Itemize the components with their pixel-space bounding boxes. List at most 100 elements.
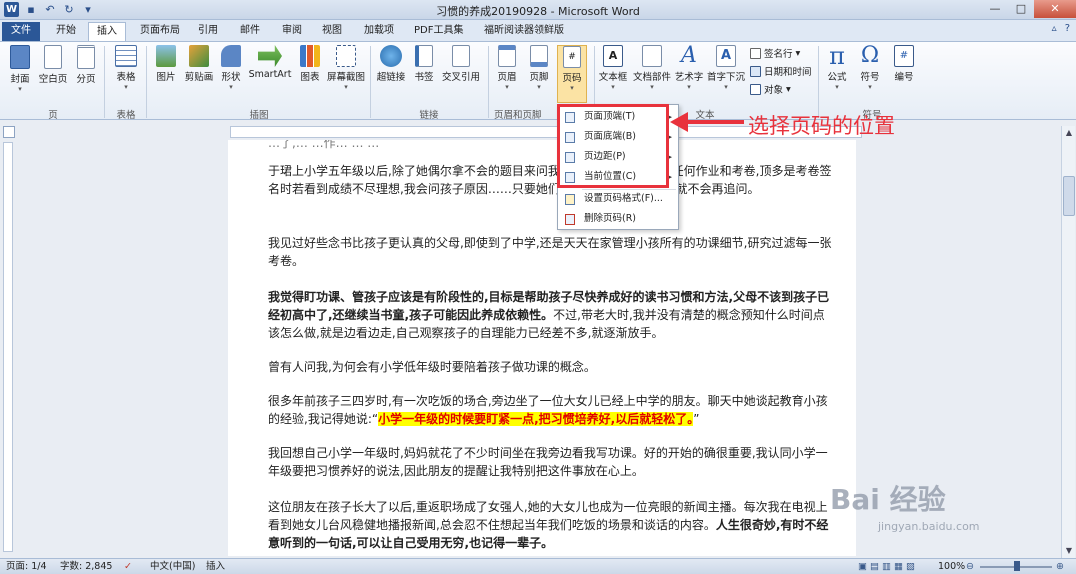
- quick-parts-button[interactable]: 文档部件 ▾: [632, 45, 672, 91]
- zoom-slider-thumb[interactable]: [1014, 561, 1020, 571]
- screenshot-button[interactable]: 屏幕截图 ▾: [326, 45, 366, 91]
- scroll-down-icon[interactable]: ▼: [1062, 544, 1076, 558]
- tab-pdf-tools[interactable]: PDF工具集: [406, 22, 471, 41]
- table-button[interactable]: 表格 ▾: [112, 45, 140, 91]
- shapes-button[interactable]: 形状 ▾: [220, 45, 242, 91]
- menu-item-format-page-numbers[interactable]: 设置页码格式(F)...: [558, 189, 678, 209]
- blank-page-button[interactable]: 空白页: [36, 45, 70, 85]
- tab-mailings[interactable]: 邮件: [232, 22, 268, 41]
- ribbon-separator: [370, 46, 371, 118]
- date-time-button[interactable]: 日期和时间: [750, 64, 812, 78]
- language[interactable]: 中文(中国): [150, 559, 195, 574]
- word-count[interactable]: 字数: 2,845: [60, 559, 112, 574]
- shapes-icon: [221, 45, 241, 67]
- cross-reference-icon: [452, 45, 470, 67]
- help-icon[interactable]: ?: [1065, 23, 1070, 34]
- smartart-button[interactable]: SmartArt: [248, 45, 292, 80]
- cover-page-button[interactable]: 封面 ▾: [6, 45, 34, 93]
- wordart-icon: A: [681, 43, 697, 68]
- wordart-button[interactable]: A 艺术字 ▾: [674, 43, 704, 92]
- chevron-right-icon: ▸: [668, 153, 672, 161]
- footer-button[interactable]: 页脚 ▾: [526, 45, 552, 91]
- chevron-down-icon: ▾: [786, 83, 791, 95]
- tab-view[interactable]: 视图: [314, 22, 350, 41]
- tab-foxit[interactable]: 福昕阅读器领鲜版: [476, 22, 572, 41]
- object-icon: [750, 83, 761, 95]
- page-number-button[interactable]: # 页码 ▾: [557, 45, 587, 103]
- window-title: 习惯的养成20190928 - Microsoft Word: [436, 5, 640, 18]
- minimize-button[interactable]: —: [982, 0, 1008, 18]
- group-label-illustrations: 插图: [249, 110, 269, 121]
- maximize-button[interactable]: □: [1008, 0, 1034, 18]
- textbox-button[interactable]: A 文本框 ▾: [598, 45, 628, 91]
- chevron-down-icon: ▾: [18, 85, 22, 93]
- view-buttons[interactable]: ▣ ▤ ▥ ▦ ▧: [858, 559, 915, 574]
- paragraph: 这位朋友在孩子长大了以后,重返职场成了女强人,她的大女儿也成为一位亮眼的新闻主播…: [268, 498, 832, 552]
- table-icon: [115, 45, 137, 67]
- annotation-arrow-icon: [670, 112, 744, 132]
- pi-icon: π: [829, 42, 845, 70]
- document-page[interactable]: …了,… …作… … … 于珺上小学五年级以后,除了她偶尔拿不会的题目来问我,我…: [228, 140, 856, 556]
- page-count[interactable]: 页面: 1/4: [6, 559, 47, 574]
- number-button[interactable]: # 编号: [890, 45, 918, 83]
- bookmark-button[interactable]: 书签: [412, 45, 436, 83]
- menu-item-remove-page-numbers[interactable]: 删除页码(R): [558, 209, 678, 229]
- tab-file[interactable]: 文件: [2, 22, 40, 41]
- chevron-down-icon: ▾: [650, 83, 654, 91]
- picture-button[interactable]: 图片: [154, 45, 178, 83]
- zoom-level[interactable]: 100%: [938, 559, 965, 574]
- paragraph: 于珺上小学五年级以后,除了她偶尔拿不会的题目来问我,我几乎没有主动看过任何作业和…: [268, 164, 832, 196]
- footer-icon: [530, 45, 548, 67]
- ribbon-separator: [818, 46, 819, 118]
- chart-icon: [300, 45, 320, 67]
- tab-review[interactable]: 审阅: [274, 22, 310, 41]
- tab-addins[interactable]: 加载项: [356, 22, 402, 41]
- insert-mode[interactable]: 插入: [206, 559, 225, 574]
- vertical-ruler[interactable]: [3, 142, 13, 552]
- symbol-button[interactable]: Ω 符号 ▾: [856, 45, 884, 92]
- format-icon: [565, 194, 575, 205]
- group-label-links: 链接: [419, 110, 439, 121]
- close-button[interactable]: ✕: [1034, 0, 1076, 18]
- watermark-logo: Bai 经验: [830, 483, 946, 516]
- status-bar: 页面: 1/4 字数: 2,845 ✓ 中文(中国) 插入 ▣ ▤ ▥ ▦ ▧ …: [0, 558, 1076, 574]
- equation-button[interactable]: π 公式 ▾: [824, 42, 850, 91]
- vertical-scrollbar[interactable]: ▲ ▼: [1061, 126, 1075, 558]
- clip-art-button[interactable]: 剪贴画: [184, 45, 214, 83]
- bookmark-icon: [415, 45, 433, 67]
- picture-icon: [156, 45, 176, 67]
- tab-page-layout[interactable]: 页面布局: [132, 22, 188, 41]
- chevron-down-icon: ▾: [868, 83, 872, 91]
- chevron-down-icon: ▾: [505, 83, 509, 91]
- calendar-icon: [750, 65, 761, 77]
- object-button[interactable]: 对象 ▾: [750, 82, 791, 96]
- tab-references[interactable]: 引用: [190, 22, 226, 41]
- proofing-icon[interactable]: ✓: [124, 559, 132, 574]
- header-button[interactable]: 页眉 ▾: [494, 45, 520, 91]
- hyperlink-button[interactable]: 超链接: [374, 45, 408, 83]
- textbox-icon: A: [603, 45, 623, 67]
- tab-home[interactable]: 开始: [48, 22, 84, 41]
- scroll-up-icon[interactable]: ▲: [1062, 126, 1076, 140]
- paragraph: 我觉得盯功课、管孩子应该是有阶段性的,目标是帮助孩子尽快养成好的读书习惯和方法,…: [268, 288, 832, 342]
- zoom-in-icon[interactable]: ⊕: [1056, 559, 1064, 574]
- ribbon-tabs: 文件 开始 插入 页面布局 引用 邮件 审阅 视图 加载项 PDF工具集 福昕阅…: [0, 20, 1076, 41]
- drop-cap-button[interactable]: A 首字下沉 ▾: [706, 45, 746, 91]
- smartart-icon: [258, 45, 282, 67]
- blank-page-icon: [44, 45, 62, 69]
- paragraph: 我回想自己小学一年级时,妈妈就花了不少时间坐在我旁边看我写功课。好的开始的确很重…: [268, 446, 828, 478]
- signature-line-button[interactable]: 签名行 ▾: [750, 46, 800, 60]
- zoom-out-icon[interactable]: ⊖: [966, 559, 974, 574]
- ruler-toggle[interactable]: [3, 126, 15, 138]
- page-break-button[interactable]: 分页: [74, 45, 98, 85]
- number-icon: #: [894, 45, 914, 67]
- header-icon: [498, 45, 516, 67]
- chevron-down-icon: ▾: [795, 47, 801, 59]
- chart-button[interactable]: 图表: [298, 45, 322, 83]
- cross-reference-button[interactable]: 交叉引用: [440, 45, 482, 83]
- tab-insert[interactable]: 插入: [88, 22, 126, 41]
- minimize-ribbon-icon[interactable]: ▵: [1052, 23, 1057, 34]
- paragraph: 曾有人问我,为何会有小学低年级时要陪着孩子做功课的概念。: [268, 360, 596, 374]
- page-break-icon: [77, 45, 95, 69]
- scroll-thumb[interactable]: [1063, 176, 1075, 216]
